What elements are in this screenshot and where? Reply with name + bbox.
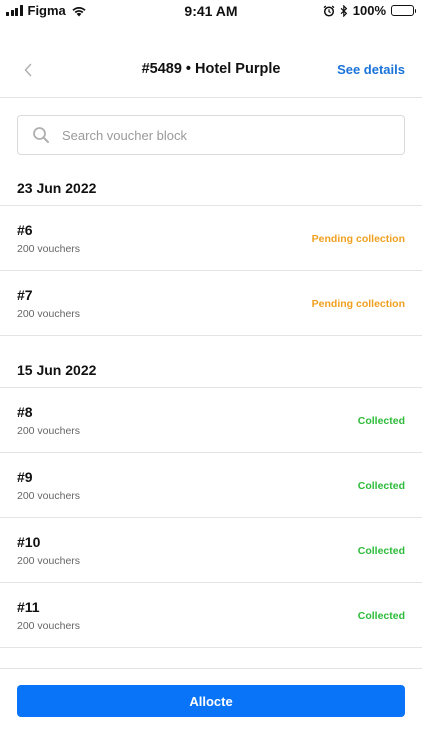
voucher-count: 200 vouchers xyxy=(17,620,81,632)
voucher-block-id: #8 xyxy=(17,404,33,420)
voucher-row[interactable]: #7 200 vouchers Pending collection xyxy=(0,271,422,336)
see-details-link[interactable]: See details xyxy=(337,62,405,77)
voucher-row[interactable]: #9 200 vouchers Collected xyxy=(0,453,422,518)
voucher-count: 200 vouchers xyxy=(17,308,81,320)
voucher-count: 200 vouchers xyxy=(17,425,81,437)
search-input[interactable] xyxy=(62,127,382,143)
voucher-row[interactable]: #8 200 vouchers Collected xyxy=(0,388,422,453)
voucher-list: 23 Jun 2022 #6 200 vouchers Pending coll… xyxy=(0,171,422,648)
footer-bar: Allocte xyxy=(0,668,422,750)
alarm-icon xyxy=(323,5,335,17)
voucher-block-id: #7 xyxy=(17,287,33,303)
search-icon xyxy=(31,125,51,145)
battery-percentage: 100% xyxy=(352,3,386,18)
status-label: Pending collection xyxy=(311,233,405,245)
voucher-block-id: #10 xyxy=(17,534,41,550)
status-label: Collected xyxy=(357,545,405,557)
status-right: 100% xyxy=(323,3,416,18)
voucher-block-id: #9 xyxy=(17,469,33,485)
status-label: Collected xyxy=(357,415,405,427)
search-box[interactable] xyxy=(17,115,405,155)
bluetooth-icon xyxy=(340,4,348,17)
voucher-count: 200 vouchers xyxy=(17,490,81,502)
voucher-count: 200 vouchers xyxy=(17,243,81,255)
nav-bar: #5489 • Hotel Purple See details xyxy=(0,44,422,98)
section-header-date: 15 Jun 2022 xyxy=(0,353,422,388)
status-label: Pending collection xyxy=(311,298,405,310)
status-label: Collected xyxy=(357,610,405,622)
voucher-row[interactable]: #11 200 vouchers Collected xyxy=(0,583,422,648)
voucher-block-id: #11 xyxy=(17,599,40,615)
battery-icon xyxy=(391,5,416,16)
status-label: Collected xyxy=(357,480,405,492)
allocate-button[interactable]: Allocte xyxy=(17,685,405,717)
voucher-block-id: #6 xyxy=(17,222,33,238)
section-header-date: 23 Jun 2022 xyxy=(0,171,422,206)
status-bar: Figma 9:41 AM 100% xyxy=(0,0,422,22)
chevron-left-icon xyxy=(24,63,32,77)
back-button[interactable] xyxy=(16,58,40,82)
voucher-row[interactable]: #10 200 vouchers Collected xyxy=(0,518,422,583)
voucher-count: 200 vouchers xyxy=(17,555,81,567)
voucher-row[interactable]: #6 200 vouchers Pending collection xyxy=(0,206,422,271)
